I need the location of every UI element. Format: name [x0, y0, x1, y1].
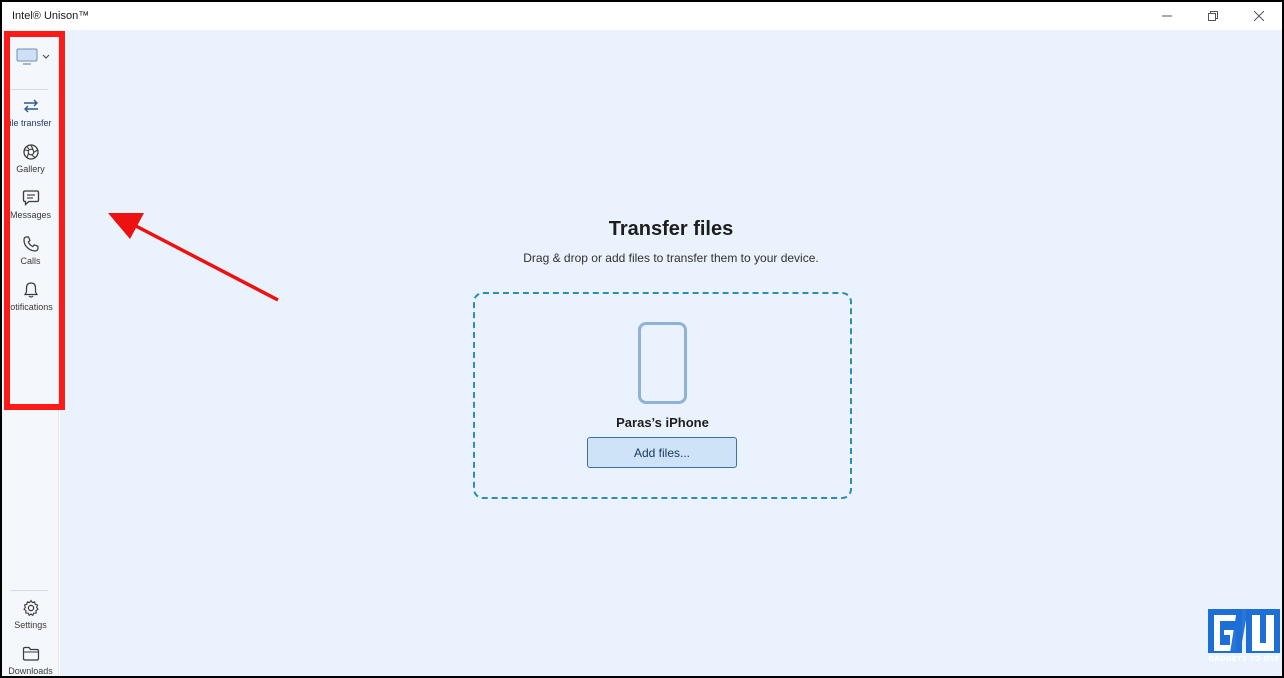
app-window: Intel® Unison™ ile transfer Gallery Mess… [2, 2, 1282, 676]
folder-icon [22, 646, 39, 661]
gear-icon [22, 599, 39, 617]
sidebar-item-downloads[interactable]: Downloads [2, 644, 59, 676]
title-bar: Intel® Unison™ [2, 2, 1282, 30]
logo-text: GADGETS TO USE [1208, 655, 1280, 663]
file-drop-zone[interactable]: Paras’s iPhone Add files... [473, 292, 852, 499]
gadgets-to-use-logo: GADGETS TO USE [1204, 607, 1282, 669]
sidebar-item-settings[interactable]: Settings [2, 598, 59, 640]
close-icon [1254, 11, 1264, 21]
logo-mark-icon [1208, 609, 1280, 653]
minimize-icon [1162, 15, 1172, 17]
annotation-arrow-icon [108, 213, 279, 302]
restore-icon [1208, 11, 1218, 21]
window-title: Intel® Unison™ [12, 10, 90, 22]
device-name: Paras’s iPhone [616, 415, 709, 430]
window-controls [1144, 2, 1282, 30]
sidebar-bottom-divider [10, 590, 48, 591]
main-content: Transfer files Drag & drop or add files … [60, 30, 1282, 676]
smartphone-icon [638, 322, 687, 404]
close-button[interactable] [1236, 2, 1282, 30]
restore-button[interactable] [1190, 2, 1236, 30]
sidebar-item-label: Settings [14, 620, 47, 630]
add-files-button[interactable]: Add files... [587, 437, 737, 468]
minimize-button[interactable] [1144, 2, 1190, 30]
sidebar-item-label: Downloads [8, 666, 53, 676]
annotation-highlight-box [4, 31, 65, 410]
